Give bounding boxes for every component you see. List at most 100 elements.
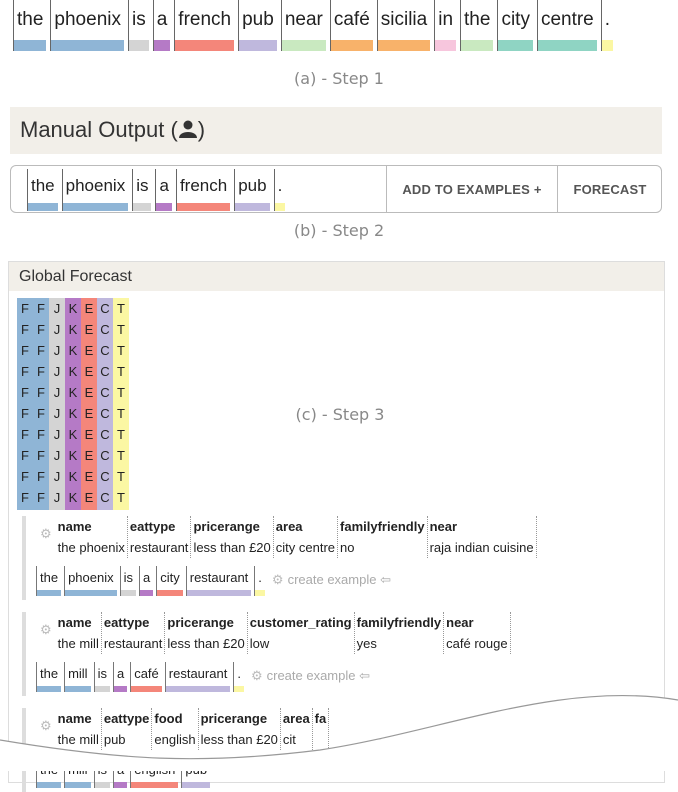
attribute-key: near [446, 615, 474, 630]
token[interactable]: restaurant [185, 566, 252, 596]
gears-icon[interactable]: ⚙ [36, 516, 56, 558]
token[interactable]: . [254, 566, 265, 596]
token-color-bar [65, 782, 91, 788]
grid-letter: E [84, 448, 94, 463]
grid-letter: C [100, 448, 110, 463]
token[interactable]: sicilia [376, 0, 431, 51]
gears-icon[interactable]: ⚙ [36, 612, 56, 654]
grid-letter: F [37, 427, 45, 442]
grid-letter: F [37, 343, 45, 358]
forecast-button[interactable]: FORECAST [557, 166, 662, 212]
token[interactable]: the [36, 566, 62, 596]
grid-letter: F [21, 448, 29, 463]
grid-letter: F [37, 322, 45, 337]
token[interactable]: phoenix [61, 169, 129, 211]
token-color-bar [281, 40, 326, 51]
token-color-bar [140, 590, 154, 596]
token-color-bar [377, 40, 431, 51]
attribute-column: familyfriendly yes [355, 612, 445, 654]
token[interactable]: pub [234, 169, 270, 211]
example-card: ⚙ name the phoenix eattype restaurant pricera… [22, 516, 537, 600]
grid-column: JJJJJJJJJJ [49, 298, 65, 510]
user-icon [178, 119, 198, 139]
attribute-column: eattype restaurant [128, 516, 192, 558]
token[interactable]: is [132, 169, 152, 211]
token[interactable]: . [273, 169, 286, 211]
token[interactable]: is [127, 0, 149, 51]
grid-letter: E [84, 385, 94, 400]
create-example-link[interactable]: create example ⇦ [288, 572, 391, 588]
token[interactable]: . [600, 0, 614, 51]
token-text: a [143, 570, 151, 585]
grid-letter: C [100, 385, 110, 400]
grid-letter: J [53, 448, 61, 463]
token[interactable]: the [13, 0, 47, 51]
grid-letter: F [21, 301, 29, 316]
example-token-row: the phoenix is a city restaurant. ⚙ create exam… [26, 566, 537, 596]
token-text: near [284, 9, 323, 30]
attribute-value: less than £20 [193, 540, 271, 555]
grid-letter: C [100, 490, 110, 505]
grid-letter: J [53, 364, 61, 379]
token[interactable]: a [139, 566, 154, 596]
token[interactable]: pub [238, 0, 277, 51]
attribute-key: name [57, 615, 92, 630]
token[interactable]: café [329, 0, 373, 51]
token[interactable]: french [174, 0, 235, 51]
token[interactable]: in [434, 0, 457, 51]
step3-caption: (c) - Step 3 [295, 405, 385, 424]
grid-letter: E [84, 322, 94, 337]
token[interactable]: centre [536, 0, 597, 51]
token-color-bar [120, 590, 137, 596]
token[interactable]: city [156, 566, 183, 596]
token-color-bar [498, 40, 533, 51]
grid-column: CCCCCCCCCC [97, 298, 113, 510]
grid-letter: F [37, 448, 45, 463]
attribute-column: near raja indian cuisine [428, 516, 537, 558]
add-to-examples-button[interactable]: ADD TO EXAMPLES + [386, 166, 557, 212]
token[interactable]: the [27, 169, 58, 211]
grid-letter: C [100, 343, 110, 358]
forecast-grid: FFFFFFFFFFFFFFFFFFFFJJJJJJJJJJKKKKKKKKKK… [17, 298, 131, 510]
token[interactable]: a [155, 169, 172, 211]
token[interactable]: a [152, 0, 171, 51]
grid-letter: E [84, 490, 94, 505]
token[interactable]: is [119, 566, 137, 596]
attribute-value: restaurant [103, 636, 163, 651]
token-color-bar [133, 203, 152, 211]
token-text: a [159, 176, 169, 195]
token-text: . [277, 176, 283, 195]
token-text: phoenix [54, 9, 121, 30]
grid-letter: J [53, 322, 61, 337]
grid-letter: T [117, 322, 125, 337]
token[interactable]: french [175, 169, 231, 211]
token-text: city [501, 9, 530, 30]
attribute-value: restaurant [129, 540, 189, 555]
token[interactable]: city [497, 0, 533, 51]
token-text: sicilia [380, 9, 428, 30]
grid-letter: E [84, 343, 94, 358]
attribute-column: near café rouge [444, 612, 511, 654]
token-text: french [179, 176, 228, 195]
grid-letter: T [117, 301, 125, 316]
token-color-bar [113, 782, 128, 788]
attribute-value: raja indian cuisine [429, 540, 534, 555]
attribute-column: eattype restaurant [102, 612, 166, 654]
token[interactable]: the [460, 0, 494, 51]
grid-letter: F [37, 385, 45, 400]
token-text: is [123, 570, 134, 585]
manual-token-row[interactable]: the phoenix is a french pub. [27, 169, 289, 211]
grid-column: KKKKKKKKKK [65, 298, 81, 510]
token-text: the [31, 176, 55, 195]
token[interactable]: phoenix [50, 0, 124, 51]
token[interactable]: near [280, 0, 326, 51]
token-color-bar [65, 590, 117, 596]
grid-letter: K [68, 448, 78, 463]
token-color-bar [235, 203, 270, 211]
grid-letter: C [100, 301, 110, 316]
grid-letter: T [117, 364, 125, 379]
token[interactable]: phoenix [64, 566, 117, 596]
grid-letter: E [84, 427, 94, 442]
grid-letter: F [21, 364, 29, 379]
grid-letter: F [21, 427, 29, 442]
